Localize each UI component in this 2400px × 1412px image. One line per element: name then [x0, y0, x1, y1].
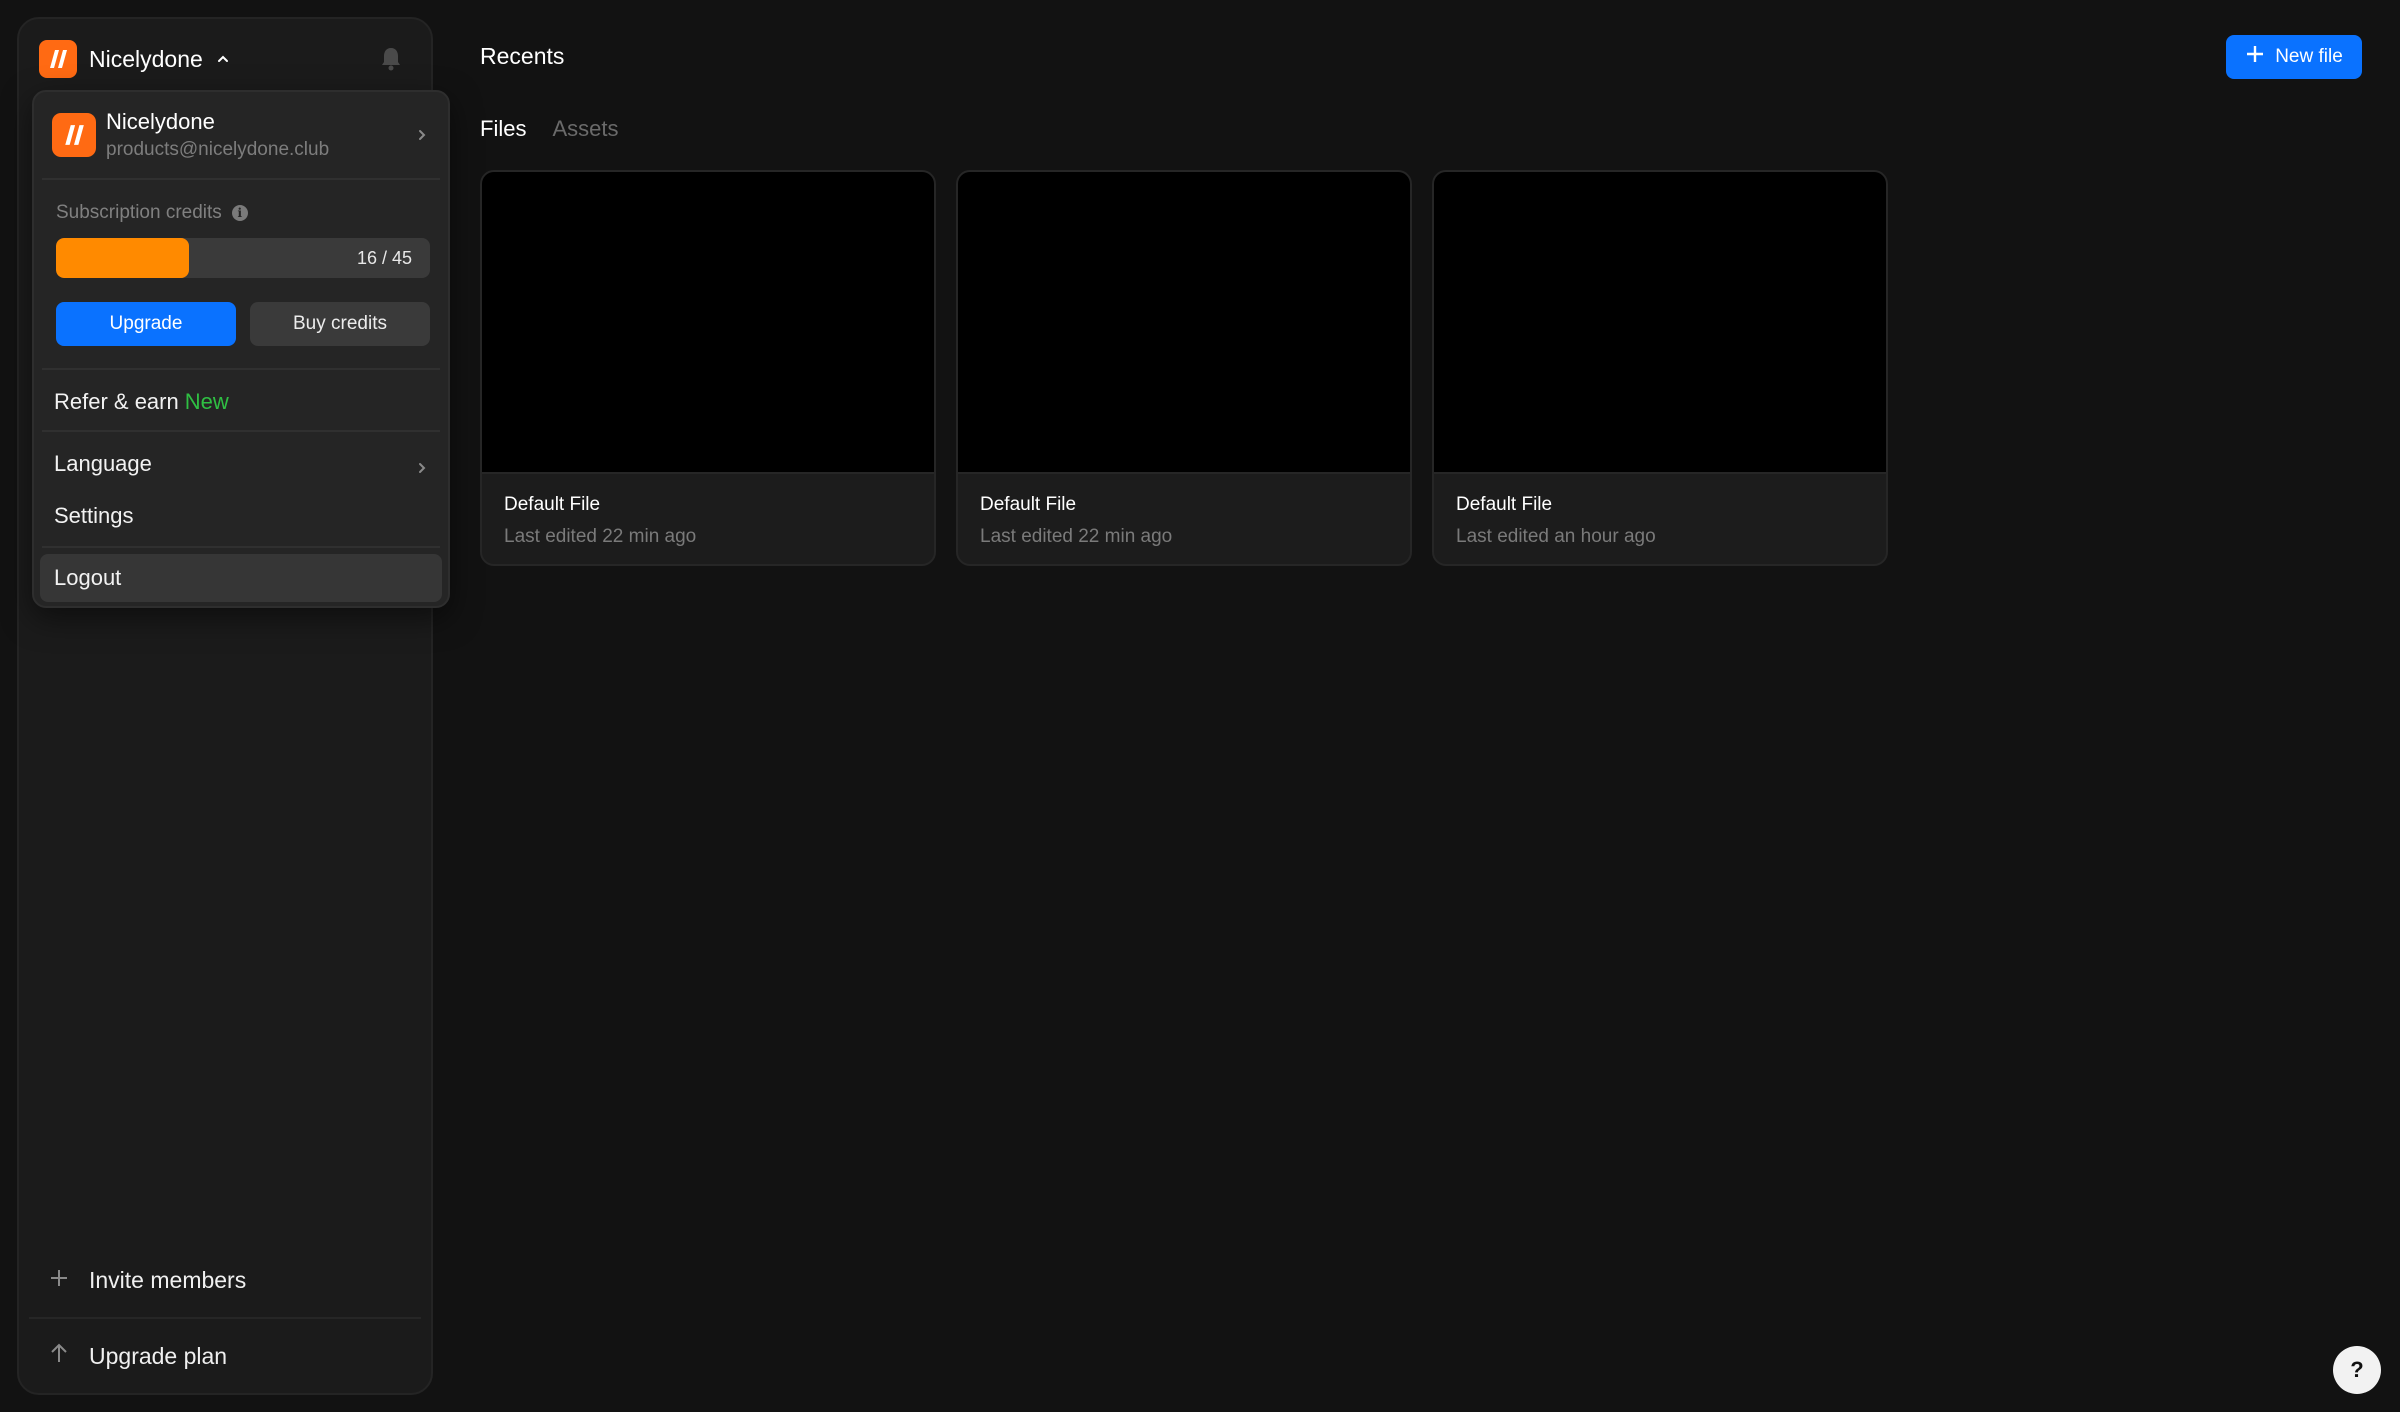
- credits-label: Subscription credits: [56, 202, 222, 223]
- page-title: Recents: [480, 43, 565, 69]
- workspace-name: Nicelydone: [89, 45, 203, 72]
- language-label: Language: [54, 451, 152, 476]
- file-edited: Last edited 22 min ago: [980, 526, 1173, 547]
- help-button[interactable]: ?: [2333, 1346, 2381, 1394]
- credits-progress-fill: [56, 238, 189, 278]
- chevron-up-icon: [215, 51, 231, 67]
- invite-members-label: Invite members: [89, 1266, 247, 1293]
- credits-count: 16 / 45: [356, 247, 412, 268]
- menu-divider: [42, 368, 440, 370]
- upgrade-plan-button[interactable]: Upgrade plan: [19, 1319, 431, 1393]
- menu-divider: [42, 430, 440, 432]
- refer-earn-label: Refer & earn: [54, 389, 179, 414]
- credits-progress-bar: 16 / 45: [56, 238, 430, 278]
- file-info: Default File Last edited an hour ago: [1434, 474, 1886, 564]
- chevron-right-icon: [416, 127, 428, 143]
- account-logo-icon: [52, 113, 96, 157]
- file-edited: Last edited an hour ago: [1456, 526, 1656, 547]
- tabs: Files Assets: [480, 116, 618, 142]
- info-icon[interactable]: i: [231, 205, 248, 221]
- file-card[interactable]: Default File Last edited 22 min ago: [956, 170, 1412, 566]
- app-root: Nicelydone Invite members Upgrade plan N…: [0, 0, 2400, 1412]
- refer-earn-item[interactable]: Refer & earn New: [40, 378, 442, 426]
- logout-label: Logout: [54, 565, 122, 590]
- account-name: Nicelydone: [106, 109, 215, 134]
- file-name: Default File: [504, 494, 601, 515]
- upgrade-button[interactable]: Upgrade: [56, 302, 236, 346]
- file-grid: Default File Last edited 22 min ago Defa…: [480, 170, 1888, 566]
- new-file-button[interactable]: New file: [2226, 35, 2362, 79]
- tab-assets[interactable]: Assets: [552, 116, 618, 142]
- file-info: Default File Last edited 22 min ago: [958, 474, 1410, 564]
- sidebar-bottom: Invite members Upgrade plan: [19, 1243, 431, 1393]
- invite-members-button[interactable]: Invite members: [19, 1243, 431, 1317]
- file-card[interactable]: Default File Last edited an hour ago: [1432, 170, 1888, 566]
- tab-files[interactable]: Files: [480, 116, 526, 142]
- account-email: products@nicelydone.club: [106, 139, 330, 160]
- file-name: Default File: [1456, 494, 1553, 515]
- account-row[interactable]: Nicelydone products@nicelydone.club: [34, 92, 448, 178]
- file-thumbnail: [958, 172, 1410, 474]
- account-text: Nicelydone products@nicelydone.club: [106, 109, 329, 161]
- workspace-switcher[interactable]: Nicelydone: [39, 39, 231, 79]
- new-file-label: New file: [2275, 46, 2343, 67]
- menu-divider: [42, 178, 440, 180]
- language-item[interactable]: Language: [40, 440, 442, 488]
- settings-item[interactable]: Settings: [40, 492, 442, 540]
- settings-label: Settings: [54, 503, 134, 528]
- chevron-right-icon: [416, 456, 428, 473]
- menu-divider: [42, 546, 440, 548]
- plus-icon: [49, 1267, 69, 1294]
- file-edited: Last edited 22 min ago: [504, 526, 697, 547]
- file-card[interactable]: Default File Last edited 22 min ago: [480, 170, 936, 566]
- new-badge: New: [184, 389, 229, 414]
- workspace-logo-icon: [39, 40, 77, 78]
- file-thumbnail: [1434, 172, 1886, 474]
- arrow-up-icon: [49, 1342, 69, 1370]
- plus-icon: [2245, 44, 2265, 70]
- buy-credits-button[interactable]: Buy credits: [250, 302, 430, 346]
- file-name: Default File: [980, 494, 1077, 515]
- file-info: Default File Last edited 22 min ago: [482, 474, 934, 564]
- workspace-menu: Nicelydone products@nicelydone.club Subs…: [32, 90, 450, 608]
- file-thumbnail: [482, 172, 934, 474]
- upgrade-plan-label: Upgrade plan: [89, 1342, 228, 1369]
- credits-label-row: Subscription credits i: [56, 202, 248, 224]
- bell-icon[interactable]: [375, 43, 407, 75]
- logout-item[interactable]: Logout: [40, 554, 442, 602]
